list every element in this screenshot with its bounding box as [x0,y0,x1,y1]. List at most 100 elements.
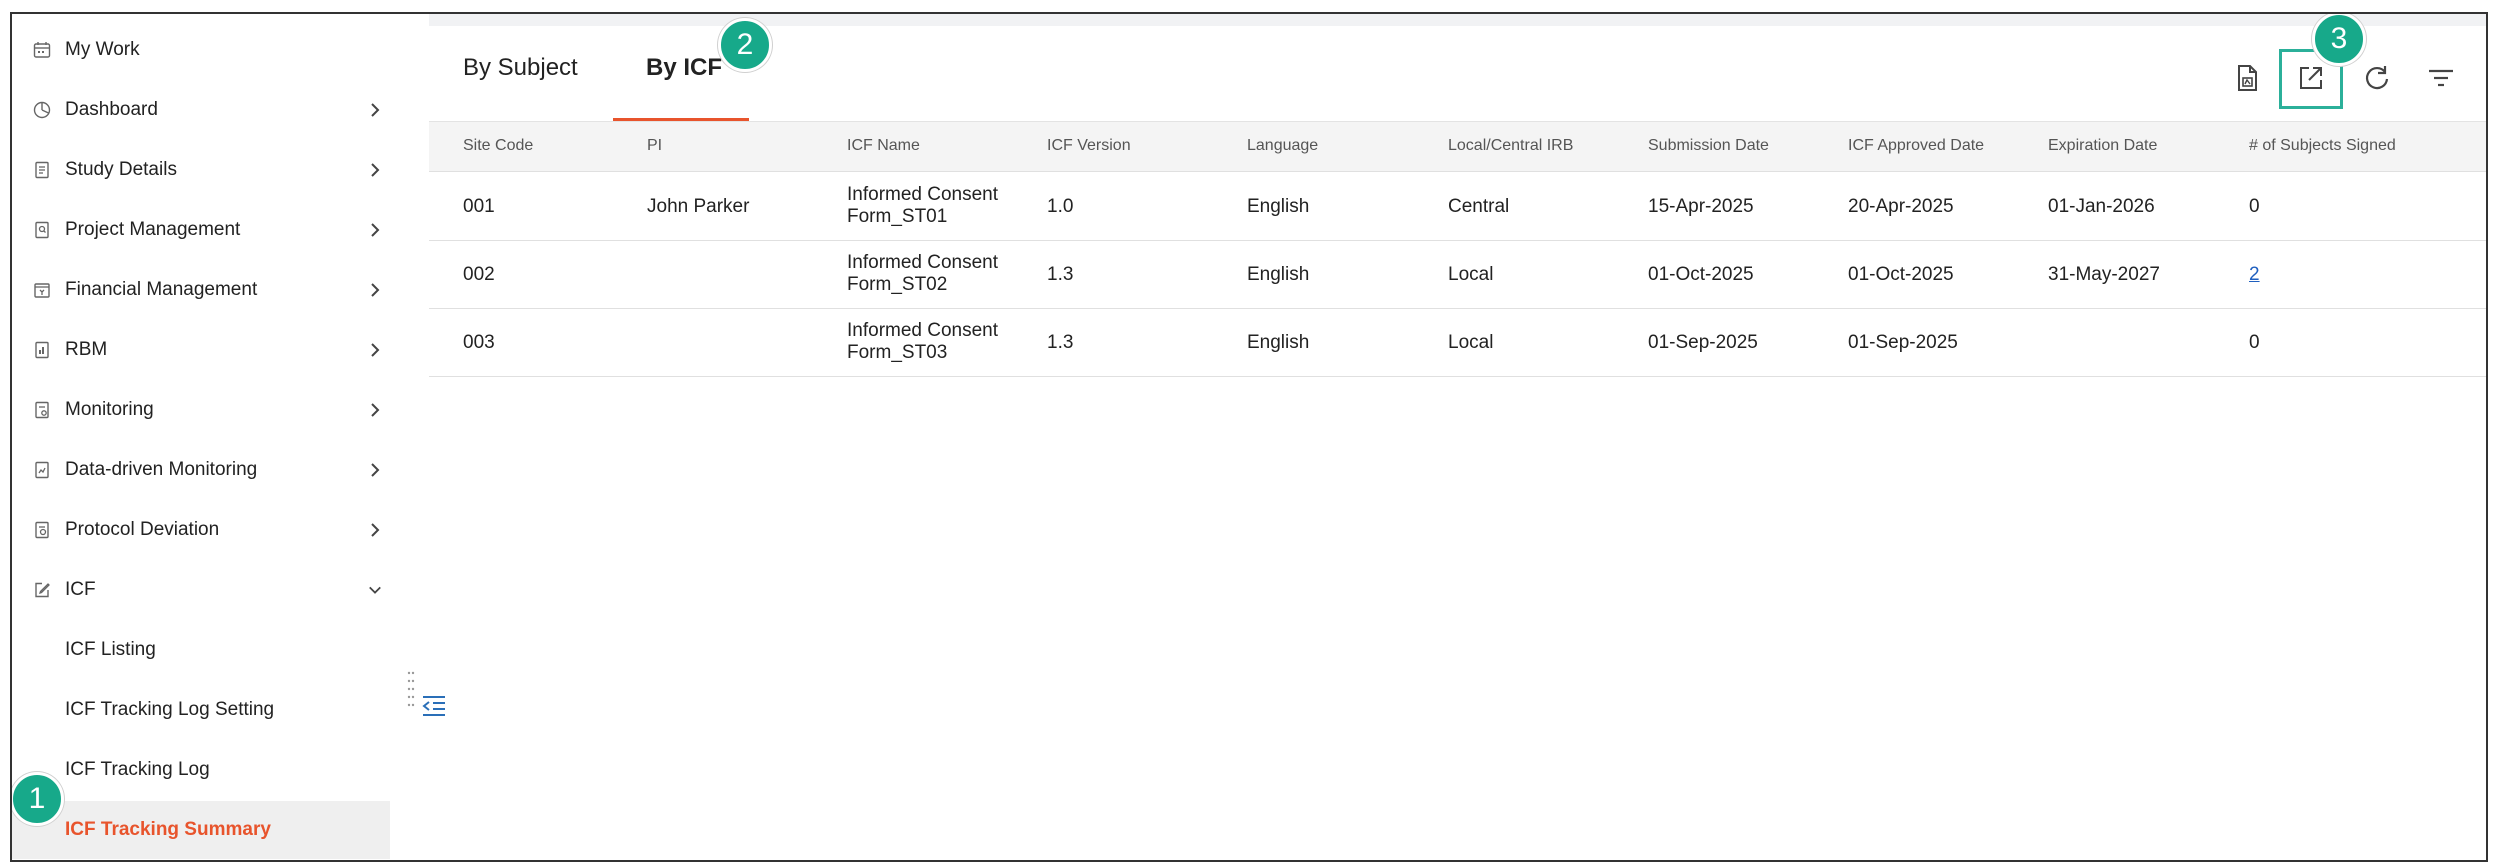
refresh-icon [2363,64,2391,97]
chevron-right-icon [368,283,382,297]
sidebar-item-label: Monitoring [65,399,154,420]
cell-language: English [1247,196,1310,217]
sidebar-item-label: Dashboard [65,99,158,120]
column-header[interactable]: Submission Date [1648,137,1769,155]
chevron-down-icon [368,583,382,597]
finance-icon [32,280,52,300]
sidebar-item-label: ICF [65,579,96,600]
sidebar-subitem-icf-tracking-log-setting[interactable]: ICF Tracking Log Setting [12,681,390,739]
table-row[interactable]: 001 John Parker Informed Consent Form_ST… [429,173,2486,241]
column-header[interactable]: Language [1247,137,1318,155]
column-header[interactable]: Expiration Date [2048,137,2157,155]
cell-icf-name: Informed Consent Form_ST01 [847,184,999,227]
callout-badge-1: 1 [12,772,64,826]
refresh-button[interactable] [2359,62,2395,98]
summary-panel: By Subject By ICF Site Code PI ICF Name … [429,26,2486,860]
subjects-signed-link[interactable]: 2 [2249,264,2260,285]
sidebar-subitem-label: ICF Listing [65,639,156,660]
callout-badge-3: 3 [2312,14,2366,66]
chevron-right-icon [368,463,382,477]
table-row[interactable]: 003 Informed Consent Form_ST03 1.3 Engli… [429,309,2486,377]
cell-submission-date: 01-Sep-2025 [1648,332,1758,353]
sidebar: My Work Dashboard Study Details Project … [12,14,417,860]
app-frame: My Work Dashboard Study Details Project … [10,12,2488,862]
chevron-right-icon [368,523,382,537]
document-check-icon [32,400,52,420]
sidebar-item-project-management[interactable]: Project Management [12,201,390,259]
sidebar-item-icf[interactable]: ICF [12,561,390,619]
sidebar-item-financial-management[interactable]: Financial Management [12,261,390,319]
cell-site-code: 003 [463,332,495,353]
chevron-right-icon [368,223,382,237]
sidebar-item-data-driven-monitoring[interactable]: Data-driven Monitoring [12,441,390,499]
tab-by-icf[interactable]: By ICF [646,54,722,82]
cell-subjects-signed: 0 [2249,332,2260,353]
main-content: By Subject By ICF Site Code PI ICF Name … [429,14,2486,860]
column-header[interactable]: ICF Version [1047,137,1131,155]
sidebar-subitem-label: ICF Tracking Summary [65,819,271,840]
edit-icon [32,580,52,600]
cell-icf-version: 1.3 [1047,264,1074,285]
indent-decrease-icon [420,696,448,724]
sidebar-subitem-label: ICF Tracking Log Setting [65,699,275,720]
document-icon [32,160,52,180]
sidebar-item-label: Data-driven Monitoring [65,459,258,480]
table-header: Site Code PI ICF Name ICF Version Langua… [429,122,2486,172]
cell-approved-date: 20-Apr-2025 [1848,196,1954,217]
tab-by-subject[interactable]: By Subject [463,54,578,82]
pdf-export-button[interactable] [2229,62,2265,98]
filter-button[interactable] [2423,62,2459,98]
sidebar-subitem-icf-listing[interactable]: ICF Listing [12,621,390,679]
column-header[interactable]: ICF Name [847,137,920,155]
cell-submission-date: 01-Oct-2025 [1648,264,1754,285]
sidebar-item-label: Project Management [65,219,241,240]
sidebar-item-label: Protocol Deviation [65,519,220,540]
sidebar-item-my-work[interactable]: My Work [12,21,390,79]
chevron-right-icon [368,343,382,357]
cell-site-code: 002 [463,264,495,285]
sidebar-item-label: Financial Management [65,279,258,300]
active-tab-indicator [613,118,749,121]
column-header[interactable]: Site Code [463,137,533,155]
sidebar-subitem-icf-tracking-log[interactable]: ICF Tracking Log [12,741,390,799]
cell-submission-date: 15-Apr-2025 [1648,196,1754,217]
sidebar-item-monitoring[interactable]: Monitoring [12,381,390,439]
cell-icf-version: 1.0 [1047,196,1074,217]
cell-icf-version: 1.3 [1047,332,1074,353]
callout-badge-2: 2 [718,18,772,72]
calendar-icon [32,40,52,60]
column-header[interactable]: PI [647,137,662,155]
cell-subjects-signed: 0 [2249,196,2260,217]
sidebar-item-protocol-deviation[interactable]: Protocol Deviation [12,501,390,559]
sidebar-subitem-icf-tracking-summary[interactable]: ICF Tracking Summary [12,801,390,859]
cell-language: English [1247,264,1310,285]
sidebar-item-study-details[interactable]: Study Details [12,141,390,199]
cell-expiration-date: 31-May-2027 [2048,264,2160,285]
cell-pi: John Parker [647,196,750,217]
collapse-sidebar-button[interactable] [420,692,448,720]
pie-chart-icon [32,100,52,120]
column-header[interactable]: # of Subjects Signed [2249,137,2396,155]
filter-icon [2427,66,2455,95]
cell-approved-date: 01-Sep-2025 [1848,332,1958,353]
document-alert-icon [32,520,52,540]
pdf-export-icon [2234,64,2260,97]
sidebar-resize-handle[interactable] [407,669,415,709]
sidebar-item-dashboard[interactable]: Dashboard [12,81,390,139]
table-row[interactable]: 002 Informed Consent Form_ST02 1.3 Engli… [429,241,2486,309]
chevron-right-icon [368,163,382,177]
column-header[interactable]: ICF Approved Date [1848,137,1984,155]
column-header[interactable]: Local/Central IRB [1448,137,1573,155]
sidebar-item-label: Study Details [65,159,177,180]
sidebar-item-rbm[interactable]: RBM [12,321,390,379]
cell-site-code: 001 [463,196,495,217]
chevron-right-icon [368,403,382,417]
sidebar-item-label: My Work [65,39,140,60]
document-chart-icon [32,340,52,360]
cell-icf-name: Informed Consent Form_ST02 [847,252,999,295]
chevron-right-icon [368,103,382,117]
document-search-icon [32,220,52,240]
cell-icf-name: Informed Consent Form_ST03 [847,320,999,363]
cell-approved-date: 01-Oct-2025 [1848,264,1954,285]
cell-irb: Central [1448,196,1510,217]
